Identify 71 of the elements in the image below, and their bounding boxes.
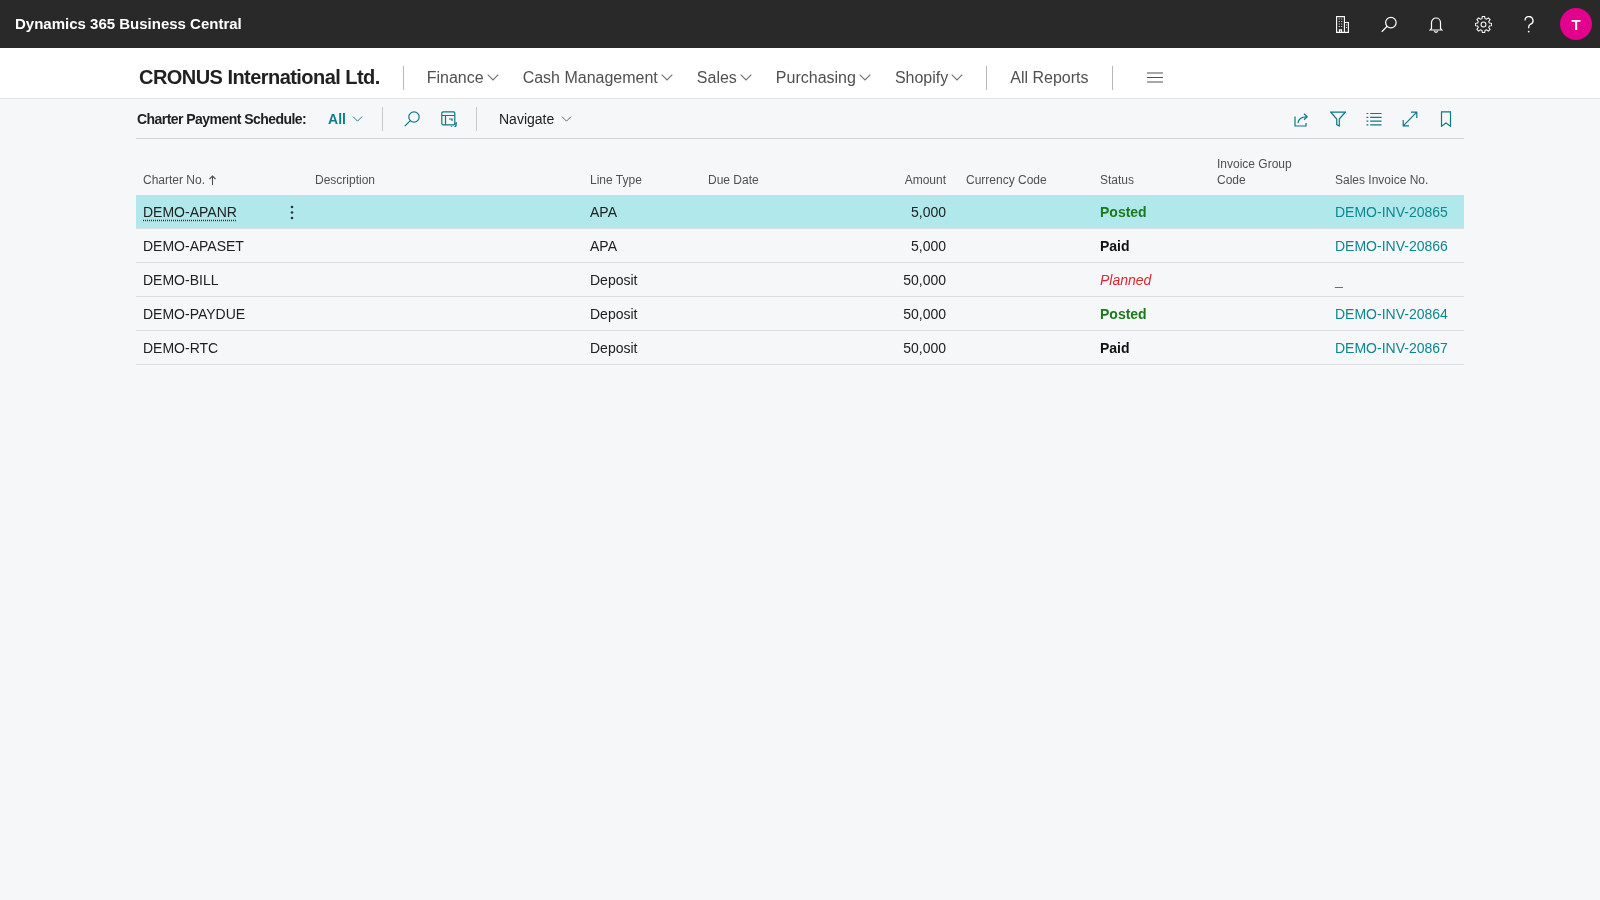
view-dropdown[interactable]: All <box>328 111 363 127</box>
status: Planned <box>1100 272 1152 288</box>
column-header[interactable]: Description <box>315 172 376 188</box>
nav-menu[interactable]: Finance <box>426 68 499 87</box>
chevron-icon <box>660 74 673 81</box>
line-type: Deposit <box>590 306 638 322</box>
sort-arrow-icon <box>209 175 217 185</box>
status: Posted <box>1100 306 1147 322</box>
page-title: Charter Payment Schedule: <box>137 111 307 127</box>
table-row[interactable]: DEMO-PAYDUE Deposit 50,000 Posted DEMO-INV-20864 <box>136 297 1464 331</box>
line-type: Deposit <box>590 340 638 356</box>
invoice-number-link[interactable]: DEMO-INV-20864 <box>1335 306 1448 322</box>
table-row[interactable]: DEMO-RTC Deposit 50,000 Paid DEMO-INV-20867 <box>136 331 1464 365</box>
filter-icon[interactable] <box>1330 111 1346 127</box>
navigate-menu[interactable]: Navigate <box>499 111 573 127</box>
app-title: Dynamics 365 Business Central <box>15 14 242 32</box>
chevron-icon <box>486 74 499 81</box>
company-name: CRONUS International Ltd. <box>139 66 380 89</box>
invoice-number-link[interactable]: _ <box>1335 272 1343 288</box>
all-reports-link[interactable]: All Reports <box>1010 68 1089 87</box>
charter-number[interactable]: DEMO-APANR <box>143 204 237 220</box>
status: Paid <box>1100 340 1130 356</box>
amount: 50,000 <box>903 306 946 322</box>
amount: 5,000 <box>910 204 946 220</box>
table-row[interactable]: DEMO-APANR APA 5,000 Posted DEMO-INV-20865 <box>136 195 1464 229</box>
line-type: Deposit <box>590 272 638 288</box>
status: Paid <box>1100 238 1130 254</box>
share-icon[interactable] <box>1294 111 1310 127</box>
charter-number[interactable]: DEMO-APASET <box>143 238 244 254</box>
list-icon[interactable] <box>1366 111 1382 127</box>
charter-number[interactable]: DEMO-BILL <box>143 272 219 288</box>
column-header[interactable]: Charter No. <box>143 172 217 188</box>
nav-menu[interactable]: Cash Management <box>522 68 673 87</box>
chevron-icon <box>561 116 573 122</box>
help-icon[interactable] <box>1524 15 1534 33</box>
expand-icon[interactable] <box>1402 111 1418 127</box>
line-type: APA <box>590 204 617 220</box>
amount: 50,000 <box>903 340 946 356</box>
chevron-icon <box>352 116 363 122</box>
table-row[interactable]: DEMO-APASET APA 5,000 Paid DEMO-INV-20866 <box>136 229 1464 263</box>
bell-icon[interactable] <box>1429 15 1443 33</box>
chevron-icon <box>739 74 752 81</box>
table-row[interactable]: DEMO-BILL Deposit 50,000 Planned _ <box>136 263 1464 297</box>
column-header[interactable]: Due Date <box>708 172 759 188</box>
invoice-number-link[interactable]: DEMO-INV-20867 <box>1335 340 1448 356</box>
user-avatar[interactable]: T <box>1560 8 1592 40</box>
invoice-number-link[interactable]: DEMO-INV-20866 <box>1335 238 1448 254</box>
nav-menu[interactable]: Sales <box>696 68 752 87</box>
more-options-icon[interactable] <box>290 204 294 220</box>
chevron-icon <box>951 74 964 81</box>
charter-number[interactable]: DEMO-RTC <box>143 340 219 356</box>
menu-icon[interactable] <box>1146 72 1163 83</box>
column-header[interactable]: Status <box>1100 172 1135 188</box>
column-header[interactable]: Sales Invoice No. <box>1335 172 1429 188</box>
search-icon[interactable] <box>1381 15 1397 33</box>
nav-menu[interactable]: Purchasing <box>775 68 871 87</box>
line-type: APA <box>590 238 617 254</box>
building-icon[interactable] <box>1336 15 1349 33</box>
gear-icon[interactable] <box>1475 15 1492 33</box>
chevron-icon <box>858 74 871 81</box>
layout-icon[interactable] <box>441 111 457 127</box>
amount: 5,000 <box>910 238 946 254</box>
bookmark-icon[interactable] <box>1438 111 1454 127</box>
column-header[interactable]: Invoice Group Code <box>1217 156 1321 188</box>
status: Posted <box>1100 204 1147 220</box>
column-header[interactable]: Currency Code <box>966 172 1047 188</box>
nav-menu[interactable]: Shopify <box>894 68 964 87</box>
column-header[interactable]: Line Type <box>590 172 642 188</box>
column-header[interactable]: Amount <box>904 172 946 188</box>
amount: 50,000 <box>903 272 946 288</box>
charter-number[interactable]: DEMO-PAYDUE <box>143 306 246 322</box>
